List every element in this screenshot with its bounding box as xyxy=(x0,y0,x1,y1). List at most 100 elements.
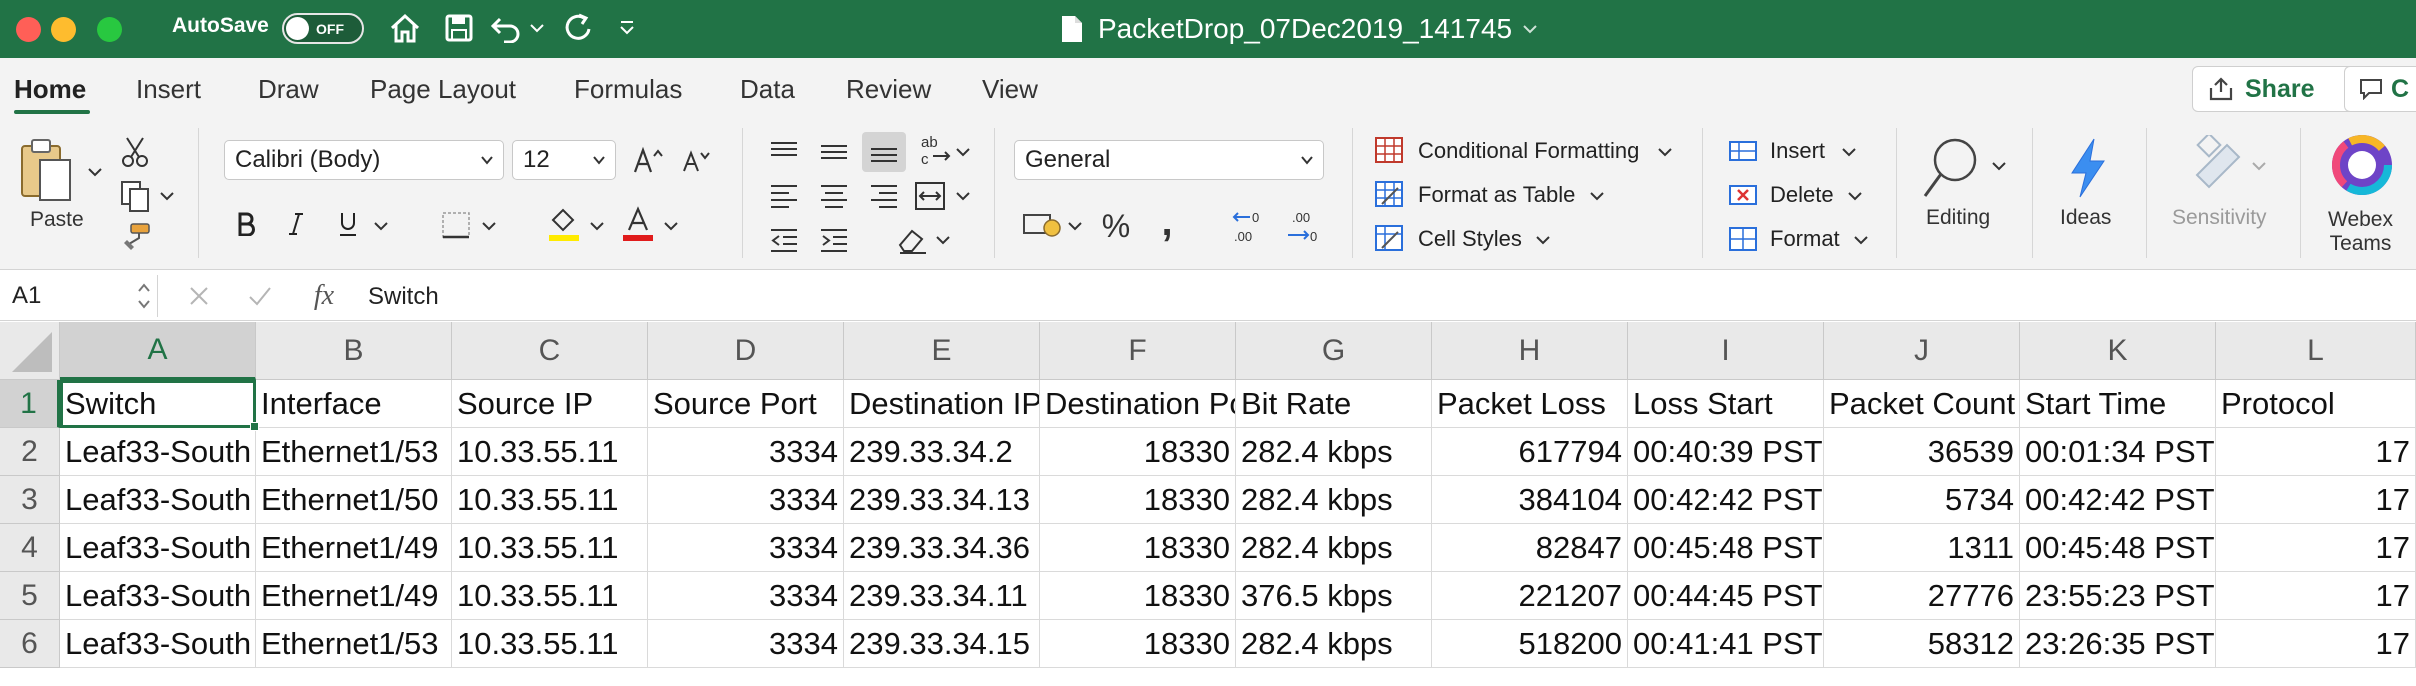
cell-b5[interactable]: Ethernet1/49 xyxy=(256,572,452,620)
orientation-dropdown-icon[interactable] xyxy=(954,142,972,162)
merge-dropdown-icon[interactable] xyxy=(954,186,972,206)
editing-search-icon[interactable] xyxy=(1916,132,1986,204)
cell-e6[interactable]: 239.33.34.15 xyxy=(844,620,1040,668)
cell-i2[interactable]: 00:40:39 PST xyxy=(1628,428,1824,476)
minimize-window-button[interactable] xyxy=(51,17,76,42)
decrease-indent-button[interactable] xyxy=(764,222,804,258)
tab-data[interactable]: Data xyxy=(740,74,795,105)
cell-g6[interactable]: 282.4 kbps xyxy=(1236,620,1432,668)
cell-b2[interactable]: Ethernet1/53 xyxy=(256,428,452,476)
fill-color-button[interactable] xyxy=(544,204,584,244)
fill-handle[interactable] xyxy=(250,422,259,431)
cell-a6[interactable]: Leaf33-South xyxy=(60,620,256,668)
tab-home[interactable]: Home xyxy=(14,74,86,105)
column-header-j[interactable]: J xyxy=(1824,322,2020,380)
cell-l3[interactable]: 17 xyxy=(2216,476,2416,524)
cell-f6[interactable]: 18330 xyxy=(1040,620,1236,668)
cell-l2[interactable]: 17 xyxy=(2216,428,2416,476)
cell-b4[interactable]: Ethernet1/49 xyxy=(256,524,452,572)
cell-c4[interactable]: 10.33.55.11 xyxy=(452,524,648,572)
cell-e5[interactable]: 239.33.34.11 xyxy=(844,572,1040,620)
row-header-1[interactable]: 1 xyxy=(0,380,60,428)
cell-k1[interactable]: Start Time xyxy=(2020,380,2216,428)
cell-j5[interactable]: 27776 xyxy=(1824,572,2020,620)
cell-h4[interactable]: 82847 xyxy=(1432,524,1628,572)
clear-format-button[interactable] xyxy=(892,220,934,260)
close-window-button[interactable] xyxy=(16,17,41,42)
cell-e4[interactable]: 239.33.34.36 xyxy=(844,524,1040,572)
select-all-button[interactable] xyxy=(0,322,60,380)
cell-g2[interactable]: 282.4 kbps xyxy=(1236,428,1432,476)
number-format-dropdown[interactable]: General xyxy=(1014,140,1324,180)
cell-l5[interactable]: 17 xyxy=(2216,572,2416,620)
conditional-formatting-icon[interactable] xyxy=(1372,134,1406,166)
column-header-f[interactable]: F xyxy=(1040,322,1236,380)
webex-teams-button[interactable]: Webex Teams xyxy=(2328,208,2393,256)
underline-button[interactable] xyxy=(332,206,364,242)
editing-dropdown-icon[interactable] xyxy=(1990,156,2008,176)
tab-insert[interactable]: Insert xyxy=(136,74,201,105)
cell-l6[interactable]: 17 xyxy=(2216,620,2416,668)
conditional-formatting-button[interactable]: Conditional Formatting xyxy=(1418,138,1639,164)
increase-decimal-button[interactable]: 0.00 xyxy=(1228,204,1274,248)
column-header-b[interactable]: B xyxy=(256,322,452,380)
undo-icon[interactable] xyxy=(486,8,526,48)
delete-cells-button[interactable]: Delete xyxy=(1770,182,1834,208)
wrap-text-button[interactable] xyxy=(910,176,950,216)
column-header-d[interactable]: D xyxy=(648,322,844,380)
cell-f1[interactable]: Destination Port xyxy=(1040,380,1236,428)
document-title[interactable]: PacketDrop_07Dec2019_141745 xyxy=(1060,10,1552,48)
column-header-l[interactable]: L xyxy=(2216,322,2416,380)
cell-b3[interactable]: Ethernet1/50 xyxy=(256,476,452,524)
align-top-button[interactable] xyxy=(764,134,804,170)
column-header-i[interactable]: I xyxy=(1628,322,1824,380)
cell-i5[interactable]: 00:44:45 PST xyxy=(1628,572,1824,620)
bold-button[interactable] xyxy=(230,206,262,242)
paste-icon[interactable] xyxy=(18,134,74,206)
borders-dropdown-icon[interactable] xyxy=(480,216,498,236)
editing-button[interactable]: Editing xyxy=(1926,206,1990,230)
cell-c3[interactable]: 10.33.55.11 xyxy=(452,476,648,524)
align-left-button[interactable] xyxy=(764,178,804,214)
row-header-5[interactable]: 5 xyxy=(0,572,60,620)
cell-b1[interactable]: Interface xyxy=(256,380,452,428)
cell-c1[interactable]: Source IP xyxy=(452,380,648,428)
font-size-dropdown[interactable]: 12 xyxy=(512,140,616,180)
italic-button[interactable] xyxy=(280,206,312,242)
cell-i4[interactable]: 00:45:48 PST xyxy=(1628,524,1824,572)
cell-c6[interactable]: 10.33.55.11 xyxy=(452,620,648,668)
cell-j3[interactable]: 5734 xyxy=(1824,476,2020,524)
cell-h6[interactable]: 518200 xyxy=(1432,620,1628,668)
format-as-table-dropdown-icon[interactable] xyxy=(1588,186,1606,206)
font-color-button[interactable] xyxy=(618,204,658,244)
cell-i1[interactable]: Loss Start xyxy=(1628,380,1824,428)
tab-review[interactable]: Review xyxy=(846,74,931,105)
insert-function-button[interactable]: fx xyxy=(304,279,344,313)
cell-g1[interactable]: Bit Rate xyxy=(1236,380,1432,428)
copy-icon[interactable] xyxy=(116,178,154,214)
row-header-3[interactable]: 3 xyxy=(0,476,60,524)
comments-button[interactable]: C xyxy=(2344,66,2416,112)
cell-b6[interactable]: Ethernet1/53 xyxy=(256,620,452,668)
cut-icon[interactable] xyxy=(118,134,152,170)
undo-dropdown-icon[interactable] xyxy=(526,8,548,48)
cell-e1[interactable]: Destination IP xyxy=(844,380,1040,428)
cell-h5[interactable]: 221207 xyxy=(1432,572,1628,620)
cell-g4[interactable]: 282.4 kbps xyxy=(1236,524,1432,572)
cell-c5[interactable]: 10.33.55.11 xyxy=(452,572,648,620)
customize-toolbar-icon[interactable] xyxy=(612,8,642,48)
cell-g5[interactable]: 376.5 kbps xyxy=(1236,572,1432,620)
cell-f5[interactable]: 18330 xyxy=(1040,572,1236,620)
cell-d1[interactable]: Source Port xyxy=(648,380,844,428)
confirm-entry-icon[interactable] xyxy=(246,283,274,309)
cell-d6[interactable]: 3334 xyxy=(648,620,844,668)
ideas-button[interactable]: Ideas xyxy=(2060,206,2111,230)
column-header-a[interactable]: A xyxy=(60,322,256,380)
decrease-font-size-button[interactable] xyxy=(676,140,716,180)
save-icon[interactable] xyxy=(438,8,480,48)
column-header-c[interactable]: C xyxy=(452,322,648,380)
cell-d2[interactable]: 3334 xyxy=(648,428,844,476)
copy-dropdown-icon[interactable] xyxy=(158,186,176,206)
cell-a4[interactable]: Leaf33-South xyxy=(60,524,256,572)
cell-d4[interactable]: 3334 xyxy=(648,524,844,572)
